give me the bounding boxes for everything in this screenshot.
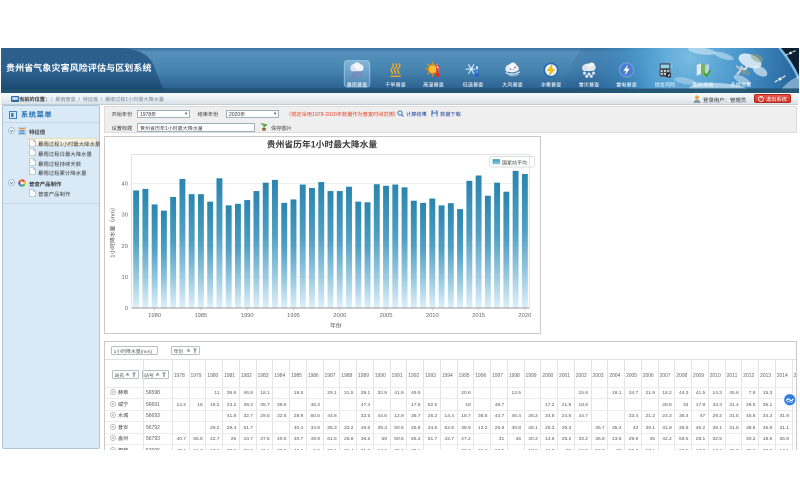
svg-text:1980: 1980 (148, 310, 161, 319)
svg-text:贵州省历年1小时最大降水量: 贵州省历年1小时最大降水量 (267, 137, 378, 150)
svg-text:高温普查: 高温普查 (423, 81, 444, 88)
svg-text:暴雨普查: 暴雨普查 (347, 81, 368, 88)
svg-text:1小时降水量（mm）: 1小时降水量（mm） (108, 204, 117, 257)
svg-text:图件审核: 图件审核 (693, 81, 714, 88)
svg-text:2005: 2005 (380, 310, 393, 319)
svg-text:雷电普查: 雷电普查 (616, 81, 637, 88)
svg-text:1990: 1990 (241, 310, 254, 319)
svg-text:冰雹普查: 冰雹普查 (541, 81, 562, 88)
svg-text:系统设置: 系统设置 (731, 81, 752, 88)
svg-text:40: 40 (122, 178, 128, 187)
svg-text:雪灾普查: 雪灾普查 (579, 81, 600, 88)
svg-text:综合风险: 综合风险 (655, 81, 677, 88)
svg-text:1985: 1985 (194, 310, 207, 319)
svg-text:干旱普查: 干旱普查 (385, 81, 406, 88)
svg-text:0: 0 (125, 303, 128, 312)
svg-text:20: 20 (122, 240, 128, 249)
svg-text:国家站平均: 国家站平均 (502, 159, 527, 166)
svg-text:2015: 2015 (472, 310, 485, 319)
svg-text:2000: 2000 (333, 310, 346, 319)
svg-text:1995: 1995 (287, 310, 300, 319)
svg-text:2010: 2010 (426, 310, 439, 319)
svg-text:大风普查: 大风普查 (502, 81, 523, 88)
svg-text:低温普查: 低温普查 (463, 81, 484, 88)
svg-text:2020: 2020 (518, 310, 531, 319)
svg-text:年份: 年份 (330, 320, 342, 329)
svg-text:30: 30 (122, 209, 128, 218)
svg-text:贵州省气象灾害风险评估与区划系统: 贵州省气象灾害风险评估与区划系统 (6, 61, 152, 74)
svg-text:10: 10 (122, 271, 128, 280)
